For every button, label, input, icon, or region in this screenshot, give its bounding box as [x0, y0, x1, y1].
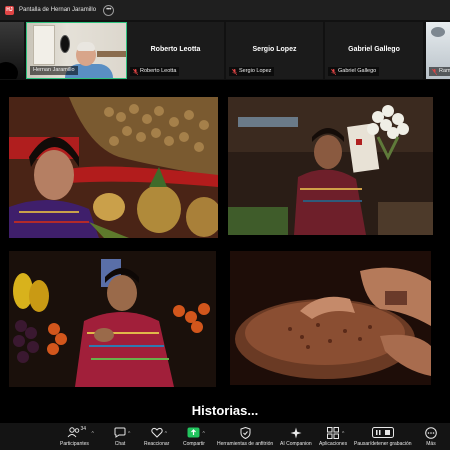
participants-count: 34	[80, 426, 87, 432]
camera-person-hair	[77, 42, 95, 51]
reactions-label: Reaccionar	[144, 441, 170, 447]
mic-muted-icon	[231, 68, 238, 75]
participant-tile-partial-left[interactable]	[0, 22, 24, 79]
chevron-up-icon[interactable]: ^	[202, 431, 204, 437]
participant-name: Sergio Lopez	[239, 68, 272, 74]
heart-icon: ^	[150, 426, 167, 439]
more-label: Más	[426, 441, 436, 447]
shield-icon	[240, 426, 251, 439]
participant-name: Roberto Leotta	[140, 68, 177, 74]
mic-muted-icon	[132, 68, 139, 75]
share-label: Compartir	[183, 441, 205, 447]
share-button[interactable]: ^ Compartir	[183, 426, 205, 447]
participant-tile-hernan[interactable]: Hernan Jaramillo	[26, 22, 127, 79]
participant-display-name: Roberto Leotta	[150, 46, 201, 53]
apps-grid-icon: ^	[327, 426, 344, 439]
apps-button[interactable]: ^ Aplicaciones	[319, 426, 347, 447]
share-screen-icon: ^	[187, 426, 205, 439]
chevron-up-icon[interactable]: ^	[128, 431, 130, 437]
participant-name-tag: Hernan Jaramillo	[30, 66, 78, 75]
host-tools-label: Herramientas de anfitrión	[217, 441, 274, 447]
chevron-up-icon[interactable]: ^	[342, 431, 344, 437]
window-title: Pantalla de Hernan Jaramillo	[19, 7, 97, 13]
meeting-toolbar: 34 ^ Participantes ^ Chat ^ Reaccionar ^…	[0, 423, 450, 450]
camera-wall-frame	[60, 35, 70, 53]
recording-button[interactable]: Pausar/detener grabación	[354, 426, 412, 447]
chevron-up-icon[interactable]: ^	[165, 431, 167, 437]
participants-label: Participantes	[60, 441, 89, 447]
participant-name-tag: Gabriel Gallego	[328, 67, 380, 76]
reactions-button[interactable]: ^ Reaccionar	[144, 426, 169, 447]
shared-photo-cacao-grinding	[230, 251, 431, 385]
participant-name: Hernan Jaramillo	[33, 67, 75, 73]
ai-companion-label: AI Companion	[280, 441, 312, 447]
participant-name-tag: Sergio Lopez	[229, 67, 275, 76]
camera-door	[33, 25, 55, 65]
pause-stop-recording-icon	[371, 426, 394, 439]
participants-button[interactable]: 34 ^ Participantes	[60, 426, 94, 447]
recording-label: Pausar/detener grabación	[354, 441, 412, 447]
participant-tile-sergio[interactable]: Sergio Lopez Sergio Lopez	[226, 22, 323, 79]
more-options-button[interactable]: •••	[103, 4, 115, 16]
sparkle-icon	[290, 426, 302, 439]
shared-photo-market-fruit	[9, 97, 218, 238]
participants-icon: 34 ^	[67, 426, 94, 439]
participant-display-name: Sergio Lopez	[252, 46, 297, 53]
camera-wall-frame	[431, 27, 445, 37]
participant-name: Gabriel Gallego	[338, 68, 377, 74]
avatar-badge: HJ	[5, 5, 14, 15]
ai-companion-button[interactable]: AI Companion	[280, 426, 312, 447]
apps-label: Aplicaciones	[319, 441, 348, 447]
participant-strip: Hernan Jaramillo Roberto Leotta Roberto …	[0, 20, 450, 80]
chevron-up-icon[interactable]: ^	[91, 431, 93, 437]
participant-display-name: Gabriel Gallego	[348, 46, 400, 53]
more-icon	[425, 426, 437, 439]
host-tools-button[interactable]: Herramientas de anfitrión	[217, 426, 273, 447]
mic-muted-icon	[330, 68, 337, 75]
participant-name: Ramo	[439, 68, 450, 74]
participant-name-tag: Roberto Leotta	[130, 67, 180, 76]
title-bar: HJ Pantalla de Hernan Jaramillo •••	[0, 0, 450, 20]
shared-photo-woman-flowers	[228, 97, 433, 235]
camera-shelf	[97, 51, 126, 57]
mic-muted-icon	[431, 68, 438, 75]
participant-tile-partial-right[interactable]: Ramo	[426, 22, 450, 79]
participant-name-tag: Ramo	[429, 67, 450, 76]
participant-tile-gabriel[interactable]: Gabriel Gallego Gabriel Gallego	[325, 22, 423, 79]
chat-icon: ^	[114, 426, 130, 439]
chat-button[interactable]: ^ Chat	[114, 426, 130, 447]
chat-label: Chat	[114, 441, 126, 447]
more-button[interactable]: Más	[425, 426, 437, 447]
shared-photo-woman-market	[9, 251, 216, 387]
shared-caption: Historias...	[191, 403, 259, 418]
participant-tile-roberto[interactable]: Roberto Leotta Roberto Leotta	[127, 22, 224, 79]
